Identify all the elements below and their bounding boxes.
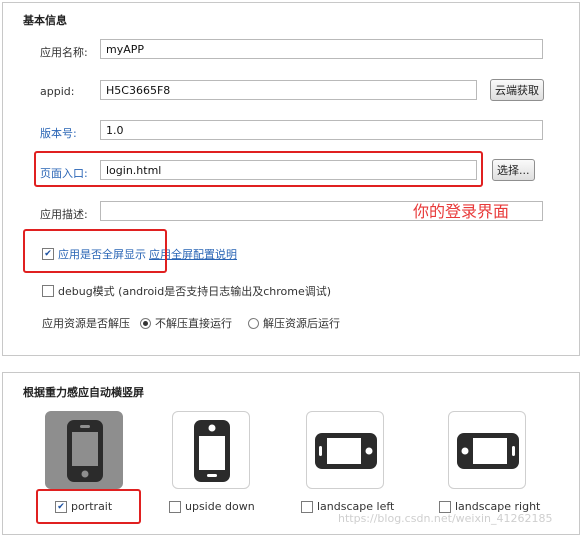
debug-label: debug模式 (android是否支持日志输出及chrome调试) (58, 285, 332, 298)
landscape-right-checkbox[interactable] (439, 500, 451, 513)
landscape-left-tile[interactable] (306, 411, 384, 489)
phone-landscape-right-icon (457, 433, 519, 469)
phone-upside-down-icon (194, 420, 230, 482)
cloud-fetch-button[interactable]: 云端获取 (490, 79, 544, 101)
appid-input[interactable] (100, 80, 477, 100)
choose-entry-button[interactable]: 选择... (492, 159, 535, 181)
landscape-left-checkbox[interactable] (301, 500, 313, 513)
version-input[interactable] (100, 120, 543, 140)
upside-down-tile[interactable] (172, 411, 250, 489)
app-name-input[interactable] (100, 39, 543, 59)
upside-down-checkbox[interactable] (169, 500, 181, 513)
app-name-label: 应用名称: (40, 46, 88, 59)
phone-landscape-left-icon (315, 433, 377, 469)
debug-row: debug模式 (android是否支持日志输出及chrome调试) (42, 283, 331, 299)
upside-down-option: upside down (169, 500, 255, 513)
orientation-title: 根据重力感应自动横竖屏 (23, 386, 144, 399)
watermark: https://blog.csdn.net/weixin_41262185 (338, 512, 553, 525)
upside-down-label: upside down (185, 500, 255, 513)
portrait-tile[interactable] (45, 411, 123, 489)
fullscreen-highlight-box (23, 229, 167, 273)
login-annotation: 你的登录界面 (413, 202, 510, 221)
version-label: 版本号: (40, 127, 77, 140)
desc-label: 应用描述: (40, 208, 88, 221)
unzip-row: 应用资源是否解压 不解压直接运行 解压资源后运行 (42, 315, 340, 331)
unzip-label: 应用资源是否解压 (42, 317, 130, 330)
basic-info-title: 基本信息 (23, 14, 67, 27)
unzip-option-yes-radio[interactable] (248, 317, 259, 329)
unzip-option-no-label: 不解压直接运行 (155, 317, 232, 330)
phone-portrait-icon (67, 420, 103, 482)
portrait-highlight-box (36, 489, 141, 524)
unzip-option-no-radio[interactable] (140, 317, 151, 329)
entry-highlight-box (34, 151, 483, 187)
appid-label: appid: (40, 85, 75, 98)
landscape-right-tile[interactable] (448, 411, 526, 489)
unzip-option-yes-label: 解压资源后运行 (263, 317, 340, 330)
debug-checkbox[interactable] (42, 285, 54, 297)
